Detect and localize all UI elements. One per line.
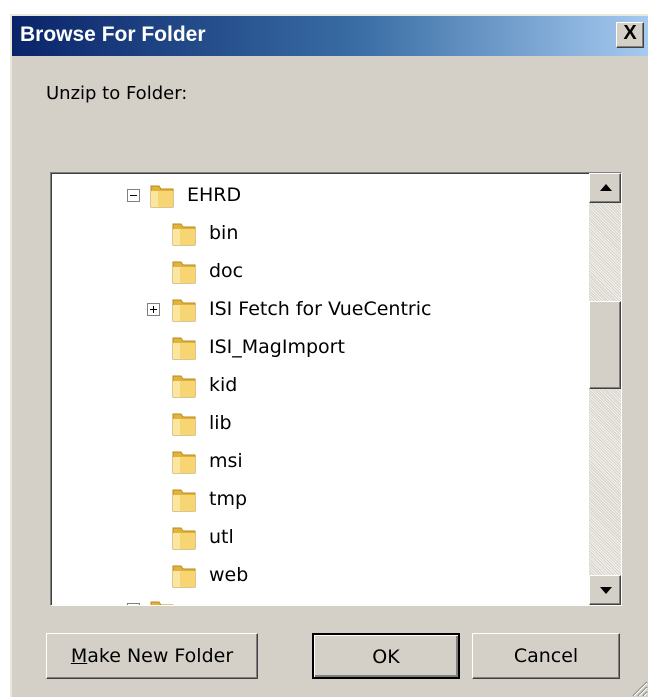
folder-icon — [150, 185, 174, 208]
ok-button[interactable]: OK — [312, 633, 460, 679]
tree-node-kid[interactable]: kid — [51, 367, 351, 403]
resize-grip-icon[interactable] — [626, 675, 648, 697]
folder-icon — [150, 601, 174, 605]
tree-node-ehrd[interactable]: EHRD — [51, 177, 351, 213]
prompt-label: Unzip to Folder: — [46, 83, 188, 104]
folder-icon — [172, 337, 196, 360]
tree-node-utl[interactable]: utl — [51, 519, 351, 555]
folder-icon — [172, 299, 196, 322]
arrow-down-icon — [600, 587, 612, 594]
tree-node-web[interactable]: web — [51, 557, 351, 593]
dialog-title: Browse For Folder — [20, 23, 206, 46]
scroll-down-button[interactable] — [589, 575, 621, 605]
tree-node-isi-fetch-for-vuecentric[interactable]: ISI Fetch for VueCentric — [51, 291, 551, 327]
folder-icon — [172, 489, 196, 512]
folder-tree-content: EHRD bin doc ISI Fetch for VueCentric IS… — [51, 173, 589, 605]
scroll-thumb[interactable] — [589, 301, 621, 389]
expand-icon[interactable] — [127, 603, 140, 605]
tree-node-label: bin — [209, 222, 239, 244]
tree-node-label: doc — [209, 260, 244, 282]
folder-icon — [172, 261, 196, 284]
tree-node-doc[interactable]: doc — [51, 253, 351, 289]
browse-for-folder-dialog: Browse For Folder X Unzip to Folder: EHR… — [10, 14, 648, 697]
tree-node-bin[interactable]: bin — [51, 215, 351, 251]
tree-node-label: ISI Fetch for VueCentric — [209, 298, 432, 320]
folder-icon — [172, 413, 196, 436]
title-bar[interactable]: Browse For Folder X — [12, 16, 648, 56]
tree-node-label: kid — [209, 374, 238, 396]
close-icon: X — [623, 22, 637, 44]
folder-tree[interactable]: EHRD bin doc ISI Fetch for VueCentric IS… — [50, 172, 622, 606]
tree-node-tmp[interactable]: tmp — [51, 481, 351, 517]
vertical-scrollbar[interactable] — [589, 173, 621, 605]
tree-node-label: lib — [209, 412, 232, 434]
folder-icon — [172, 451, 196, 474]
tree-node-label: EHRD — [187, 184, 242, 206]
tree-node-label: ISI_MagImport — [209, 336, 345, 358]
button-label: Cancel — [513, 645, 579, 667]
scroll-up-button[interactable] — [589, 173, 621, 203]
tree-node-msi[interactable]: msi — [51, 443, 351, 479]
tree-node-lib[interactable]: lib — [51, 405, 351, 441]
tree-node-label: msi — [209, 450, 243, 472]
tree-node-isi-magimport[interactable]: ISI_MagImport — [51, 329, 451, 365]
cancel-button[interactable]: Cancel — [472, 633, 620, 679]
tree-node-label: web — [209, 564, 249, 586]
collapse-icon[interactable] — [127, 189, 140, 202]
button-label: ake New Folder — [87, 645, 234, 667]
tree-node-label: utl — [209, 526, 234, 548]
tree-node-label: tmp — [209, 488, 248, 510]
folder-icon — [172, 223, 196, 246]
arrow-up-icon — [600, 184, 612, 191]
tree-node-partial[interactable] — [51, 593, 351, 605]
mnemonic-char: M — [70, 645, 88, 667]
button-label: OK — [372, 646, 400, 668]
make-new-folder-button[interactable]: Make New Folder — [46, 633, 258, 679]
close-button[interactable]: X — [616, 22, 644, 48]
folder-icon — [172, 565, 196, 588]
expand-icon[interactable] — [147, 303, 160, 316]
folder-icon — [172, 375, 196, 398]
folder-icon — [172, 527, 196, 550]
